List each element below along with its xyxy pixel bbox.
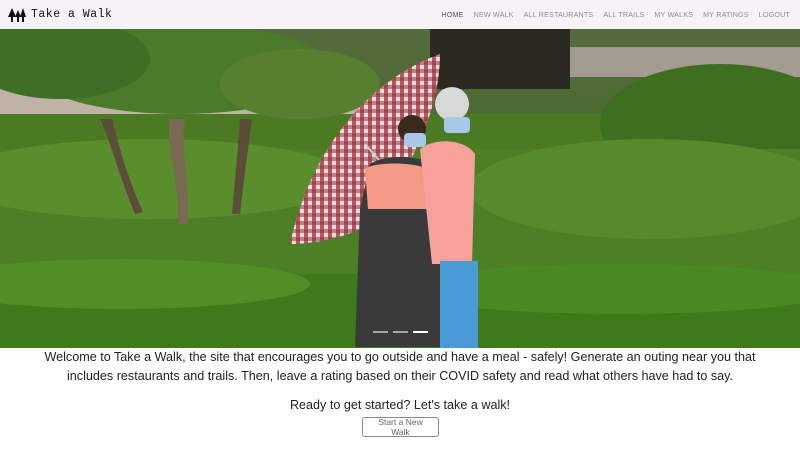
- hero-image: [0, 29, 800, 348]
- cta-text: Ready to get started? Let's take a walk!: [289, 398, 511, 412]
- intro-section: Welcome to Take a Walk, the site that en…: [40, 348, 760, 415]
- welcome-text: Welcome to Take a Walk, the site that en…: [44, 350, 756, 383]
- nav-links: HOME NEW WALK ALL RESTAURANTS ALL TRAILS…: [441, 10, 790, 19]
- start-new-walk-button[interactable]: Start a New Walk: [362, 417, 439, 437]
- carousel-indicator-2[interactable]: [393, 331, 408, 333]
- nav-home[interactable]: HOME: [441, 10, 463, 19]
- trees-icon: [8, 7, 26, 22]
- nav-all-trails[interactable]: ALL TRAILS: [603, 10, 644, 19]
- brand-name: Take a Walk: [31, 8, 113, 21]
- carousel-indicator-1[interactable]: [373, 331, 388, 333]
- nav-logout[interactable]: LOGOUT: [759, 10, 790, 19]
- carousel-indicator-3[interactable]: [413, 331, 428, 333]
- brand[interactable]: Take a Walk: [8, 7, 113, 22]
- nav-all-restaurants[interactable]: ALL RESTAURANTS: [524, 10, 594, 19]
- nav-new-walk[interactable]: NEW WALK: [474, 10, 514, 19]
- nav-my-walks[interactable]: MY WALKS: [654, 10, 693, 19]
- nav-my-ratings[interactable]: MY RATINGS: [703, 10, 749, 19]
- navbar: Take a Walk HOME NEW WALK ALL RESTAURANT…: [0, 0, 800, 29]
- hero-carousel[interactable]: [0, 29, 800, 348]
- carousel-indicators: [373, 331, 428, 333]
